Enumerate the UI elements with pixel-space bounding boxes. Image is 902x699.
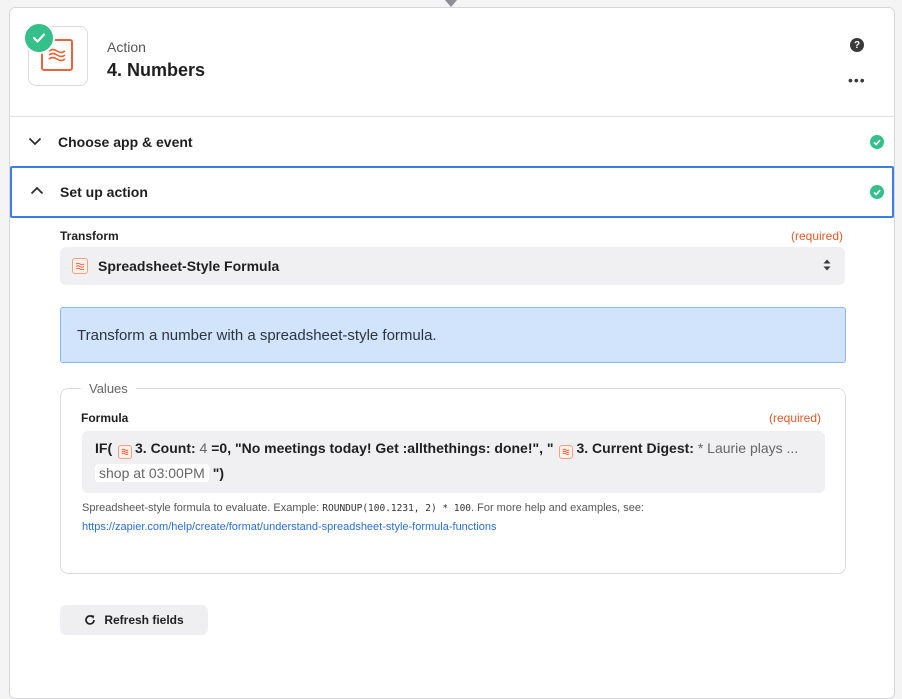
required-indicator: (required) [769, 411, 822, 425]
digest-pill-value: shop at 03:00PM [95, 464, 209, 482]
section-complete-icon [870, 185, 884, 199]
select-arrows-icon [823, 259, 831, 271]
digest-pill-value: * Laurie plays ... [697, 440, 799, 456]
info-text: Transform a number with a spreadsheet-st… [77, 327, 437, 344]
transform-value: Spreadsheet-Style Formula [98, 258, 280, 274]
info-banner: Transform a number with a spreadsheet-st… [60, 307, 846, 363]
values-legend: Values [81, 381, 136, 396]
transform-label: Transform [60, 229, 119, 243]
formula-input[interactable]: IF( 3. Count: 4 =0, "No meetings today! … [82, 431, 825, 493]
help-link[interactable]: https://zapier.com/help/create/format/un… [82, 521, 497, 533]
formula-label: Formula [81, 411, 129, 425]
section-choose-app-event[interactable]: Choose app & event [10, 117, 894, 167]
question-circle-icon[interactable]: ? [850, 38, 864, 52]
section-set-up-action[interactable]: Set up action [10, 166, 894, 218]
required-indicator: (required) [791, 229, 844, 243]
step-complete-icon [23, 22, 55, 54]
formula-line-1: IF( 3. Count: 4 =0, "No meetings today! … [95, 440, 798, 459]
section-title: Choose app & event [58, 134, 193, 150]
section-title: Set up action [60, 184, 148, 200]
formula-line-2: shop at 03:00PM ") [95, 464, 224, 482]
numbers-app-icon [72, 258, 88, 274]
formula-text: ") [212, 465, 225, 481]
refresh-fields-button[interactable]: Refresh fields [60, 605, 208, 635]
formula-text: =0, "No meetings today! Get :allthething… [211, 440, 554, 456]
step-card: Action 4. Numbers ? ••• Choose app & eve… [9, 7, 895, 699]
refresh-label: Refresh fields [104, 613, 184, 627]
formula-text: IF( [95, 440, 113, 456]
chevron-down-icon [28, 137, 42, 146]
transform-select[interactable]: Spreadsheet-Style Formula [60, 247, 845, 285]
more-horizontal-icon[interactable]: ••• [848, 72, 866, 88]
step-type-label: Action [107, 39, 146, 55]
chevron-up-icon [30, 186, 44, 195]
connector-arrow-icon [445, 0, 457, 7]
digest-pill-label: 3. Current Digest: [576, 440, 694, 456]
count-pill-label: 3. Count: [135, 440, 196, 456]
example-code: ROUNDUP(100.1231, 2) * 100 [322, 503, 472, 514]
step-title[interactable]: 4. Numbers [107, 60, 205, 81]
section-complete-icon [870, 135, 884, 149]
refresh-icon [85, 615, 96, 625]
values-fieldset: Values Formula (required) IF( 3. Count: … [60, 381, 846, 574]
count-pill-value: 4 [199, 440, 208, 456]
numbers-app-icon [118, 444, 132, 459]
formula-help-text: Spreadsheet-style formula to evaluate. E… [82, 502, 645, 514]
numbers-app-icon [559, 444, 574, 459]
